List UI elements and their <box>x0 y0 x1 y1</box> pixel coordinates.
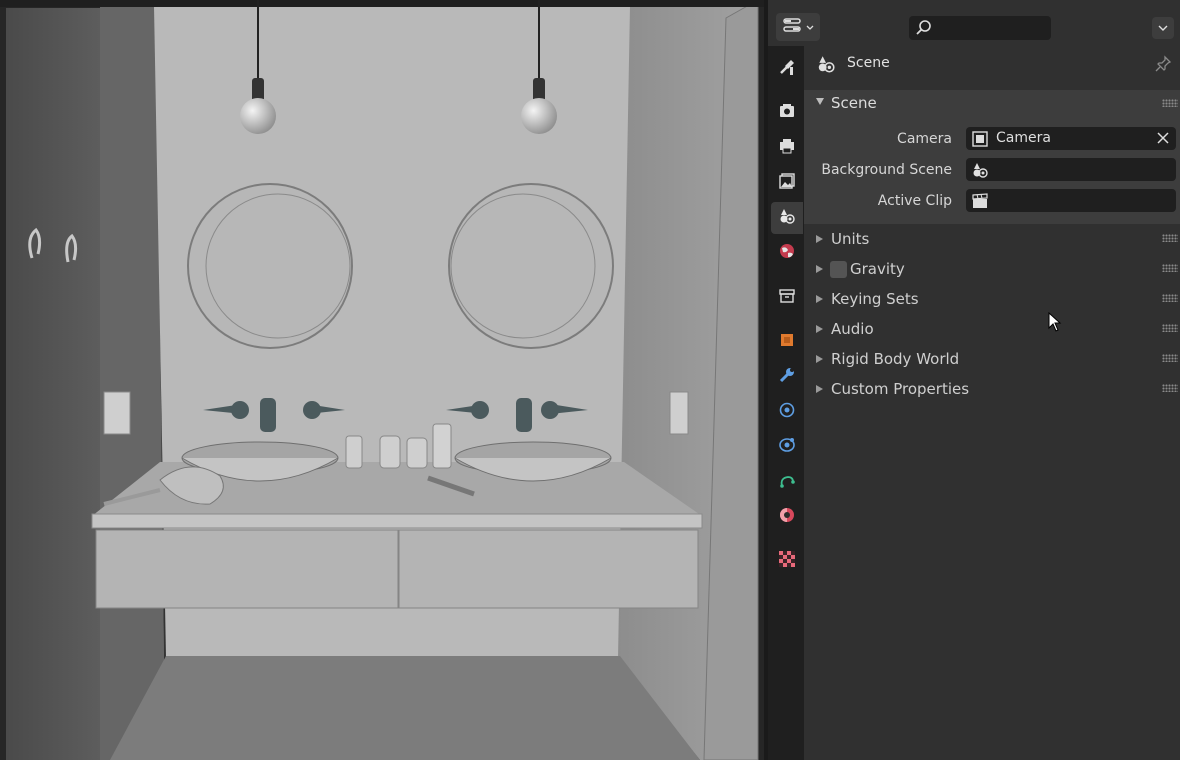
properties-header <box>768 0 1180 46</box>
units-panel-header[interactable]: Units <box>804 225 1180 253</box>
disclosure-triangle-icon <box>816 295 823 303</box>
scene-icon <box>816 54 836 78</box>
audio-panel-header[interactable]: Audio <box>804 315 1180 343</box>
collection-box-icon <box>778 287 796 309</box>
printer-icon <box>778 137 796 159</box>
search-field[interactable] <box>909 16 1051 40</box>
disclosure-triangle-icon <box>816 235 823 243</box>
custom-properties-panel-header[interactable]: Custom Properties <box>804 375 1180 403</box>
properties-editor: Scene Scene Camera Camera Background Sce… <box>768 0 1180 760</box>
drag-grip-icon[interactable] <box>1162 294 1178 302</box>
tool-tab[interactable] <box>771 53 803 85</box>
magnifier-icon <box>915 19 933 41</box>
drag-grip-icon[interactable] <box>1162 384 1178 392</box>
rigid-body-world-label: Rigid Body World <box>831 350 960 368</box>
scene-icon <box>778 207 796 229</box>
background-scene-field[interactable] <box>966 158 1176 181</box>
disclosure-triangle-icon <box>816 385 823 393</box>
gravity-panel-header[interactable]: Gravity <box>804 255 1180 283</box>
drag-grip-icon[interactable] <box>1162 324 1178 332</box>
output-tab[interactable] <box>771 132 803 164</box>
wrench-screwdriver-icon <box>778 58 796 80</box>
disclosure-triangle-icon <box>816 325 823 333</box>
keying-sets-label: Keying Sets <box>831 290 919 308</box>
custom-properties-label: Custom Properties <box>831 380 970 398</box>
3d-viewport[interactable] <box>0 0 764 760</box>
scene-icon <box>971 161 989 183</box>
drag-grip-icon[interactable] <box>1162 234 1178 242</box>
object-square-icon <box>778 331 796 353</box>
scene-panel-label: Scene <box>831 94 877 112</box>
active-clip-label: Active Clip <box>877 193 952 209</box>
wrench-icon <box>778 366 796 388</box>
rigid-body-world-panel-header[interactable]: Rigid Body World <box>804 345 1180 373</box>
active-clip-field[interactable] <box>966 189 1176 212</box>
gravity-checkbox[interactable] <box>830 261 847 278</box>
options-dropdown-button[interactable] <box>1152 17 1174 39</box>
disclosure-triangle-icon <box>816 265 823 273</box>
clear-x-icon[interactable] <box>1156 131 1170 149</box>
editor-type-button[interactable] <box>776 13 820 41</box>
pin-icon[interactable] <box>1154 55 1172 77</box>
particles-icon <box>778 401 796 423</box>
bathroom-scene-render <box>0 0 764 760</box>
render-tab[interactable] <box>771 97 803 129</box>
background-scene-label: Background Scene <box>821 162 952 178</box>
properties-panel: Scene Scene Camera Camera Background Sce… <box>804 46 1180 760</box>
camera-back-icon <box>778 102 796 124</box>
context-title: Scene <box>847 55 890 71</box>
context-breadcrumb: Scene <box>804 46 1180 82</box>
scene-tab[interactable] <box>771 202 803 234</box>
chevron-down-icon <box>1158 20 1168 36</box>
material-sphere-icon <box>778 506 796 528</box>
camera-object-icon <box>971 130 989 152</box>
properties-tabs <box>768 46 804 760</box>
audio-label: Audio <box>831 320 874 338</box>
particles-tab[interactable] <box>771 396 803 428</box>
world-tab[interactable] <box>771 237 803 269</box>
drag-grip-icon[interactable] <box>1162 99 1178 107</box>
disclosure-triangle-icon <box>816 98 824 105</box>
checker-texture-icon <box>778 550 796 572</box>
clip-icon <box>971 192 989 214</box>
object-tab[interactable] <box>771 326 803 358</box>
physics-orbit-icon <box>778 436 796 458</box>
keying-sets-panel-header[interactable]: Keying Sets <box>804 285 1180 313</box>
modifiers-tab[interactable] <box>771 361 803 393</box>
scene-panel-header[interactable]: Scene <box>804 90 1180 118</box>
scene-subpanel: Scene Camera Camera Background Scene Act… <box>804 90 1180 224</box>
drag-grip-icon[interactable] <box>1162 354 1178 362</box>
background-scene-property-row: Background Scene <box>804 158 1180 182</box>
material-tab[interactable] <box>771 501 803 533</box>
texture-tab[interactable] <box>771 545 803 577</box>
constraints-tab[interactable] <box>771 466 803 498</box>
camera-field[interactable]: Camera <box>966 127 1176 150</box>
properties-editor-icon <box>782 17 803 37</box>
chevron-down-icon <box>806 19 814 35</box>
images-icon <box>778 172 796 194</box>
units-label: Units <box>831 230 870 248</box>
collection-tab[interactable] <box>771 282 803 314</box>
disclosure-triangle-icon <box>816 355 823 363</box>
camera-label: Camera <box>897 131 952 147</box>
drag-grip-icon[interactable] <box>1162 264 1178 272</box>
physics-tab[interactable] <box>771 431 803 463</box>
view-layer-tab[interactable] <box>771 167 803 199</box>
mouse-cursor-icon <box>1048 311 1062 336</box>
gravity-label: Gravity <box>850 260 905 278</box>
active-clip-property-row: Active Clip <box>804 189 1180 213</box>
camera-value: Camera <box>996 130 1051 146</box>
constraint-icon <box>778 471 796 493</box>
camera-property-row: Camera Camera <box>804 127 1180 151</box>
world-icon <box>778 242 796 264</box>
